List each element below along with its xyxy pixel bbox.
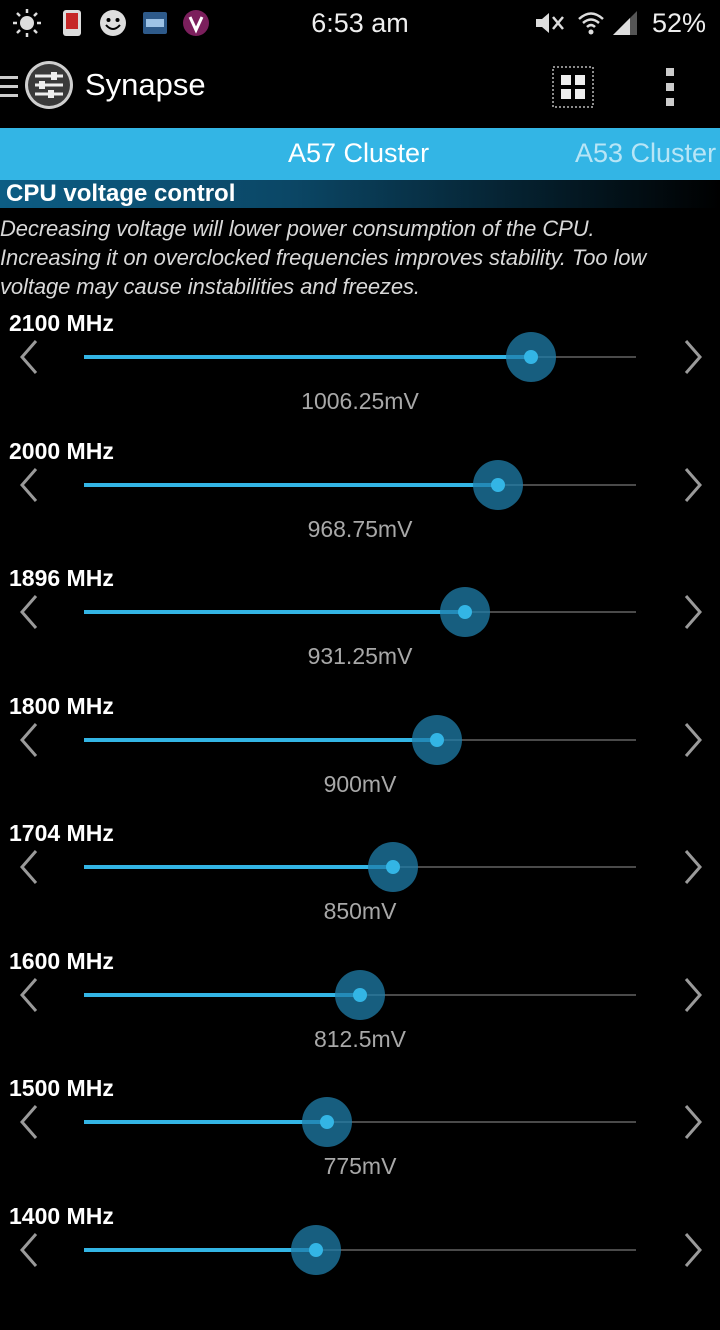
slider-fill [84, 865, 394, 869]
slider-fill [84, 992, 360, 997]
battery-percent: 52% [651, 8, 706, 38]
app-title: Synapse [85, 67, 206, 102]
mute-icon [536, 13, 564, 33]
voltage-value: 775mV [323, 1153, 397, 1179]
voltage-row: 1896 MHz 931.25mV [0, 565, 720, 692]
slider-thumb[interactable] [473, 459, 523, 510]
chevron-right-icon[interactable] [672, 592, 712, 632]
frequency-label: 1400 MHz [9, 1202, 114, 1229]
chevron-right-icon[interactable] [672, 1230, 712, 1270]
slider-thumb-dot [430, 732, 445, 747]
chevron-right-icon[interactable] [672, 847, 712, 887]
section-header: CPU voltage control [0, 180, 720, 208]
slider-fill [84, 1120, 327, 1124]
slider-fill [84, 610, 465, 614]
voltage-row: 1600 MHz 812.5mV [0, 948, 720, 1075]
voltage-value: 812.5mV [313, 1025, 407, 1052]
slider-thumb-dot [386, 860, 401, 874]
slider-thumb[interactable] [412, 714, 463, 765]
overflow-menu-icon[interactable] [660, 66, 680, 108]
slider-fill [84, 1247, 316, 1252]
voltage-row: 1704 MHz 850mV [0, 820, 720, 947]
slider-thumb[interactable] [506, 332, 557, 382]
signal-icon [613, 11, 637, 35]
chevron-right-icon[interactable] [672, 465, 712, 505]
voltage-row: 1800 MHz 900mV [0, 693, 720, 820]
tab-a57-cluster[interactable]: A57 Cluster [288, 138, 429, 169]
chevron-left-icon[interactable] [10, 1102, 50, 1142]
voltage-value: 1006.25mV [301, 388, 419, 414]
frequency-label: 1896 MHz [9, 565, 114, 591]
description-line: Increasing it on overclocked frequencies… [0, 245, 647, 270]
chevron-left-icon[interactable] [10, 1230, 50, 1270]
slider-thumb-dot [319, 1115, 334, 1129]
slider-thumb-dot [491, 477, 505, 492]
voltage-row: 1500 MHz 775mV [0, 1075, 720, 1202]
chevron-left-icon[interactable] [10, 720, 50, 760]
frequency-label: 1800 MHz [9, 692, 114, 719]
voltage-value: 931.25mV [307, 643, 413, 669]
sliders-icon[interactable] [24, 60, 74, 110]
chevron-right-icon[interactable] [672, 975, 712, 1015]
voltage-row: 1400 MHz [0, 1203, 720, 1330]
voltage-value: 850mV [323, 898, 397, 924]
grid-icon[interactable] [552, 66, 594, 108]
slider-fill [84, 355, 532, 359]
frequency-label: 2100 MHz [9, 310, 114, 336]
chevron-left-icon[interactable] [10, 465, 50, 505]
chevron-left-icon[interactable] [10, 975, 50, 1015]
slider-thumb-dot [524, 350, 539, 364]
slider-thumb[interactable] [290, 1224, 341, 1275]
chevron-right-icon[interactable] [672, 337, 712, 377]
description-line: voltage may cause instabilities and free… [0, 274, 420, 299]
frequency-label: 2000 MHz [9, 437, 114, 464]
description-line: Decreasing voltage will lower power cons… [0, 216, 595, 241]
section-description: Decreasing voltage will lower power cons… [0, 214, 720, 301]
frequency-label: 1500 MHz [9, 1075, 114, 1101]
voltage-row: 2100 MHz 1006.25mV [0, 310, 720, 437]
voltage-value: 968.75mV [307, 515, 413, 542]
wifi-icon [578, 12, 604, 35]
slider-thumb[interactable] [301, 1097, 352, 1147]
frequency-label: 1704 MHz [9, 820, 114, 846]
section-title: CPU voltage control [6, 180, 236, 207]
slider-thumb-dot [308, 1242, 323, 1257]
chevron-left-icon[interactable] [10, 592, 50, 632]
slider-thumb-dot [353, 987, 367, 1002]
slider-thumb[interactable] [368, 842, 419, 892]
slider-thumb[interactable] [439, 587, 490, 637]
voltage-row: 2000 MHz 968.75mV [0, 438, 720, 565]
chevron-left-icon[interactable] [10, 337, 50, 377]
slider-thumb[interactable] [335, 969, 385, 1020]
voltage-value: 900mV [323, 770, 397, 797]
slider-fill [84, 482, 498, 487]
action-bar: Synapse [0, 48, 720, 128]
frequency-label: 1600 MHz [9, 947, 114, 974]
chevron-left-icon[interactable] [10, 847, 50, 887]
slider-fill [84, 737, 438, 742]
status-bar: 6:53 am 52% [0, 0, 720, 48]
cluster-tabs: A57 Cluster A53 Cluster [0, 128, 720, 180]
chevron-right-icon[interactable] [672, 720, 712, 760]
hamburger-icon[interactable] [0, 72, 18, 102]
tab-a53-cluster[interactable]: A53 Cluster [575, 138, 716, 169]
slider-thumb-dot [457, 605, 472, 619]
chevron-right-icon[interactable] [672, 1102, 712, 1142]
